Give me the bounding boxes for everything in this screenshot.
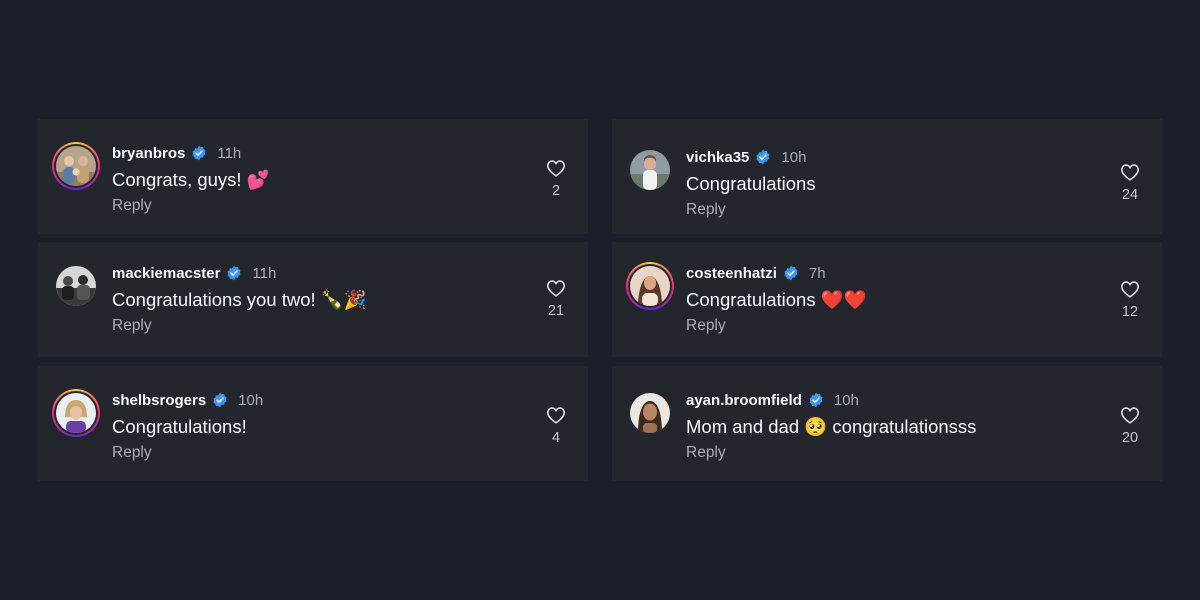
heart-icon[interactable] [1120, 280, 1140, 298]
comment-body: vichka35 10h Congratulations Reply [686, 147, 1092, 219]
like-control: 2 [544, 159, 568, 199]
avatar[interactable] [52, 142, 100, 190]
avatar[interactable] [626, 389, 674, 437]
like-control: 12 [1118, 280, 1142, 320]
like-count: 12 [1121, 304, 1139, 320]
timestamp: 11h [217, 144, 242, 162]
reply-button[interactable]: Reply [112, 197, 518, 215]
verified-badge-icon [226, 265, 242, 281]
username[interactable]: bryanbros [112, 145, 185, 162]
comment-body: bryanbros 11h Congrats, guys! 💕 Reply [112, 143, 518, 215]
person-avatar-icon [630, 150, 670, 190]
avatar[interactable] [626, 262, 674, 310]
comment-card: ayan.broomfield 10h Mom and dad 🥺 congra… [612, 366, 1162, 481]
avatar[interactable] [626, 146, 674, 194]
timestamp: 7h [808, 264, 826, 282]
comment-card: vichka35 10h Congratulations Reply 24 [612, 119, 1162, 234]
timestamp: 11h [252, 264, 277, 282]
like-control: 20 [1118, 406, 1142, 446]
group-photo-avatar-icon [56, 146, 96, 186]
heart-icon[interactable] [546, 279, 566, 297]
like-control: 21 [544, 279, 568, 319]
heart-icon[interactable] [1120, 406, 1140, 424]
comment-text: Mom and dad 🥺 congratulationsss [686, 416, 977, 437]
comment-body: mackiemacster 11h Congratulations you tw… [112, 263, 518, 335]
person-avatar-icon [630, 266, 670, 306]
heart-icon[interactable] [1120, 163, 1140, 181]
username[interactable]: vichka35 [686, 149, 749, 166]
reply-button[interactable]: Reply [686, 444, 1092, 462]
comment-card: bryanbros 11h Congrats, guys! 💕 Reply 2 [38, 119, 588, 234]
comment-card: shelbsrogers 10h Congratulations! Reply … [38, 366, 588, 481]
comment-body: ayan.broomfield 10h Mom and dad 🥺 congra… [686, 390, 1092, 462]
like-control: 24 [1118, 163, 1142, 203]
heart-icon[interactable] [546, 406, 566, 424]
comment-text: Congrats, guys! 💕 [112, 169, 270, 190]
like-count: 20 [1121, 430, 1139, 446]
comment-body: shelbsrogers 10h Congratulations! Reply [112, 390, 518, 462]
person-avatar-icon [630, 393, 670, 433]
comment-card: costeenhatzi 7h Congratulations ❤️❤️ Rep… [612, 242, 1162, 357]
person-avatar-icon [56, 393, 96, 433]
like-control: 4 [544, 406, 568, 446]
comment-body: costeenhatzi 7h Congratulations ❤️❤️ Rep… [686, 263, 1092, 335]
reply-button[interactable]: Reply [112, 444, 518, 462]
heart-icon[interactable] [546, 159, 566, 177]
like-count: 21 [547, 303, 565, 319]
comment-text: Congratulations you two! 🍾🎉 [112, 289, 367, 310]
like-count: 4 [551, 430, 561, 446]
verified-badge-icon [755, 149, 771, 165]
username[interactable]: costeenhatzi [686, 265, 777, 282]
comment-text: Congratulations! [112, 416, 247, 437]
verified-badge-icon [212, 392, 228, 408]
like-count: 2 [551, 183, 561, 199]
comment-card: mackiemacster 11h Congratulations you tw… [38, 242, 588, 357]
group-photo-avatar-icon [56, 266, 96, 306]
timestamp: 10h [238, 391, 264, 409]
verified-badge-icon [191, 145, 207, 161]
timestamp: 10h [833, 391, 859, 409]
verified-badge-icon [783, 265, 799, 281]
verified-badge-icon [808, 392, 824, 408]
comment-text: Congratulations [686, 173, 816, 194]
like-count: 24 [1121, 187, 1139, 203]
avatar[interactable] [52, 262, 100, 310]
reply-button[interactable]: Reply [686, 317, 1092, 335]
reply-button[interactable]: Reply [112, 317, 518, 335]
avatar[interactable] [52, 389, 100, 437]
comment-text: Congratulations ❤️❤️ [686, 289, 867, 310]
username[interactable]: ayan.broomfield [686, 392, 802, 409]
username[interactable]: shelbsrogers [112, 392, 206, 409]
username[interactable]: mackiemacster [112, 265, 220, 282]
reply-button[interactable]: Reply [686, 201, 1092, 219]
timestamp: 10h [781, 148, 807, 166]
